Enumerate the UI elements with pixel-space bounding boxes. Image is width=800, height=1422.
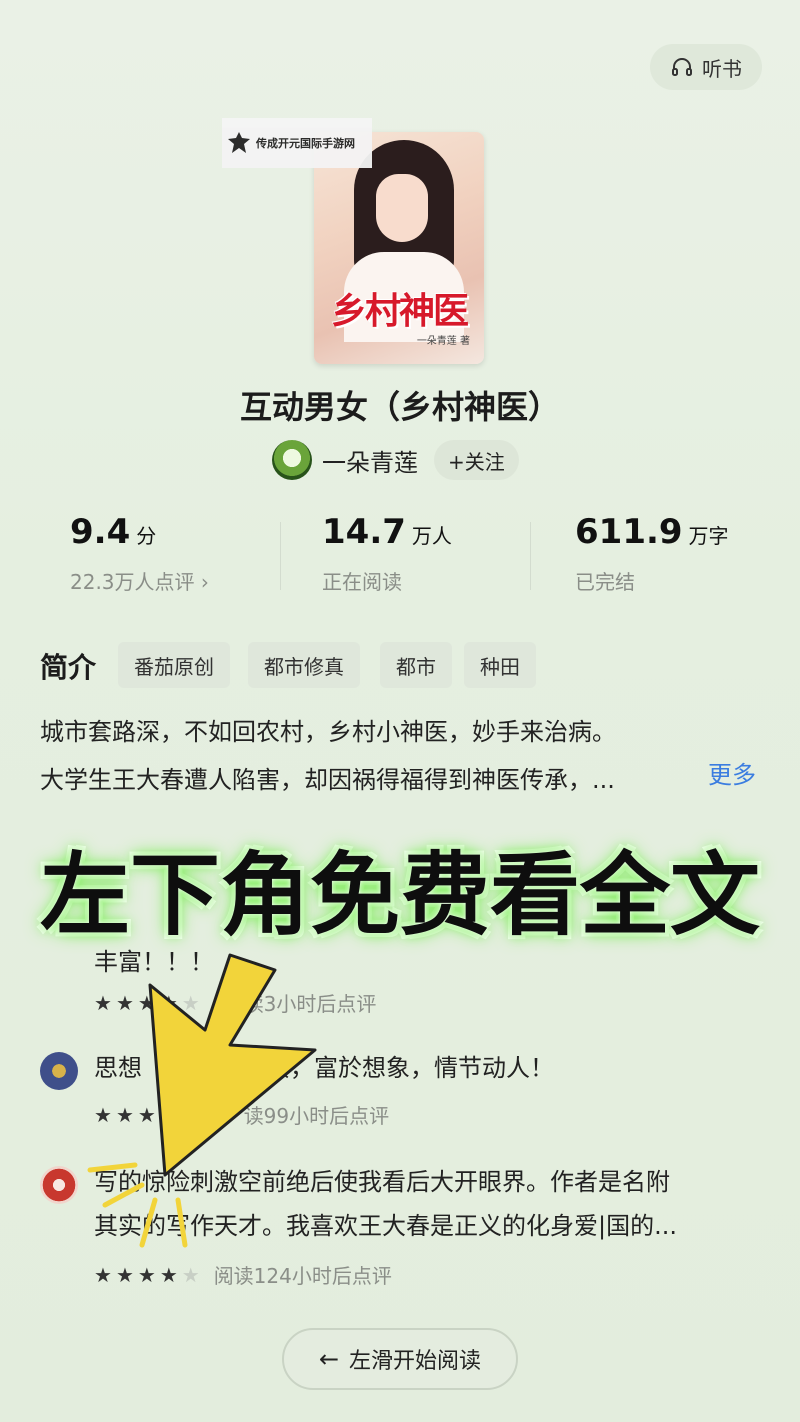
headphones-icon	[672, 58, 692, 76]
tag-chip[interactable]: 番茄原创	[118, 642, 230, 688]
stat-rating[interactable]: 9.4 分 22.3万人点评 ›	[70, 512, 209, 595]
watermark: 传成开元国际手游网	[222, 118, 372, 168]
divider	[280, 522, 281, 590]
status-label: 已完结	[575, 570, 635, 594]
start-reading-label: 左滑开始阅读	[349, 1349, 482, 1374]
promo-arrow-icon	[87, 953, 317, 1248]
arrow-left-icon: ←	[318, 1345, 340, 1373]
rating-unit: 分	[136, 524, 157, 548]
author-row: 一朵青莲 +关注	[272, 438, 519, 482]
follow-button[interactable]: +关注	[434, 440, 519, 480]
star-empty-icon: ★	[181, 1262, 200, 1287]
readers-label: 正在阅读	[322, 570, 402, 594]
intro-line: 城市套路深，不如回农村，乡村小神医，妙手来治病。	[40, 718, 616, 746]
divider	[530, 522, 531, 590]
stat-words: 611.9 万字 已完结	[575, 512, 729, 595]
watermark-text: 传成开元国际手游网	[256, 137, 355, 150]
intro-line: 大学生王大春遭人陷害，却因祸得福得到神医传承，...	[40, 766, 615, 794]
tag-chip[interactable]: 种田	[464, 642, 536, 688]
star-icon: ★	[115, 1262, 134, 1287]
readers-unit: 万人	[411, 524, 452, 548]
stat-readers: 14.7 万人 正在阅读	[322, 512, 452, 595]
tag-chip[interactable]: 都市	[380, 642, 452, 688]
star-icon: ★	[159, 1262, 178, 1287]
cover-author: 一朵青莲 著	[416, 336, 470, 347]
reviewer-avatar[interactable]	[40, 1166, 78, 1204]
listen-label: 听书	[702, 56, 742, 81]
intro-text: 城市套路深，不如回农村，乡村小神医，妙手来治病。 大学生王大春遭人陷害，却因祸得…	[40, 708, 760, 804]
book-title: 互动男女（乡村神医）	[239, 388, 560, 426]
author-name[interactable]: 一朵青莲	[322, 443, 418, 478]
more-link[interactable]: 更多	[708, 755, 756, 790]
author-avatar[interactable]	[272, 440, 312, 480]
reviewer-avatar[interactable]	[40, 1052, 78, 1090]
promo-overlay-text: 左下角免费看全文	[40, 843, 760, 948]
star-icon: ★	[94, 1262, 112, 1287]
start-reading-button[interactable]: ← 左滑开始阅读	[282, 1328, 518, 1390]
words-unit: 万字	[688, 524, 729, 548]
listen-button[interactable]: 听书	[650, 44, 762, 90]
intro-heading: 简介	[40, 651, 97, 684]
words-value: 611.9	[575, 512, 683, 552]
tag-chip[interactable]: 都市修真	[248, 642, 360, 688]
rating-value: 9.4	[70, 512, 131, 552]
rating-count: 22.3万人点评 ›	[70, 570, 209, 594]
readers-value: 14.7	[322, 512, 406, 552]
cover-title: 乡村神医	[330, 290, 469, 332]
watermark-logo-icon	[228, 132, 250, 153]
star-icon: ★	[137, 1262, 156, 1287]
